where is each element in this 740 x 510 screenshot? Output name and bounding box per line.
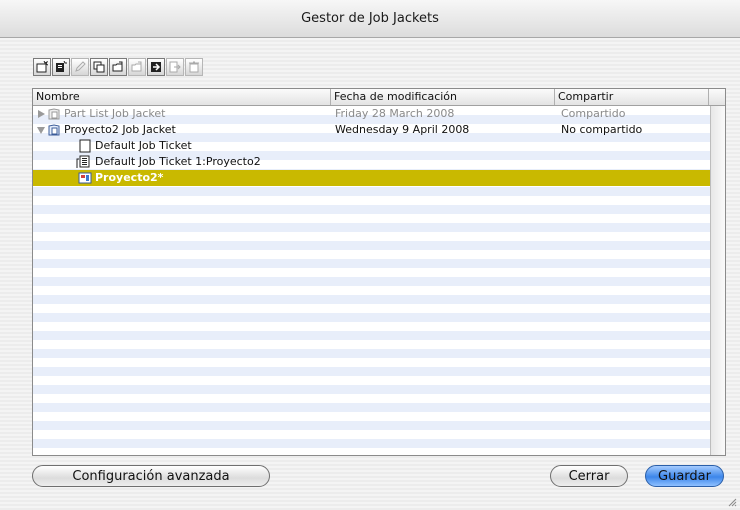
column-header-date[interactable]: Fecha de modificación (331, 89, 555, 105)
jacket-icon (48, 108, 60, 120)
table-row[interactable]: Default Job Ticket (33, 138, 711, 154)
trash-icon (189, 61, 199, 73)
open-button[interactable] (109, 58, 127, 76)
table-row-selected[interactable]: Proyecto2* (33, 170, 711, 186)
open-alt-button[interactable] (128, 58, 146, 76)
jacket-icon (48, 124, 60, 136)
edit-pencil-icon (75, 61, 86, 72)
column-header-name[interactable]: Nombre (33, 89, 331, 105)
delete-button[interactable] (185, 58, 203, 76)
disclosure-triangle-icon[interactable] (37, 127, 45, 134)
new-ticket-icon (56, 61, 67, 72)
resize-grip-icon[interactable] (727, 497, 737, 507)
new-job-jacket-button[interactable] (33, 58, 51, 76)
table-body: Part List Job Jacket Friday 28 March 200… (33, 106, 711, 455)
new-job-jacket-icon (36, 61, 48, 73)
import-button[interactable] (147, 58, 165, 76)
table-row[interactable]: Default Job Ticket 1:Proyecto2 (33, 154, 711, 170)
duplicate-button[interactable] (90, 58, 108, 76)
edit-button[interactable] (71, 58, 89, 76)
vertical-scrollbar[interactable] (710, 106, 725, 455)
table-header: Nombre Fecha de modificación Compartir (33, 89, 725, 106)
toolbar (33, 58, 203, 78)
ticket-icon (79, 139, 91, 153)
close-button[interactable]: Cerrar (550, 465, 628, 487)
advanced-settings-button[interactable]: Configuración avanzada (32, 465, 270, 487)
save-button[interactable]: Guardar (645, 465, 724, 487)
window-title: Gestor de Job Jackets (0, 0, 740, 38)
ticket-linked-icon (76, 155, 90, 168)
export-button[interactable] (166, 58, 184, 76)
new-ticket-button[interactable] (52, 58, 70, 76)
disclosure-triangle-icon[interactable] (38, 110, 45, 118)
layout-icon (78, 172, 92, 184)
table-row[interactable]: Proyecto2 Job Jacket Wednesday 9 April 2… (33, 122, 711, 138)
open-folder-alt-icon (131, 61, 142, 72)
job-jackets-table[interactable]: Nombre Fecha de modificación Compartir P… (32, 88, 726, 456)
import-icon (151, 62, 161, 72)
column-header-share[interactable]: Compartir (555, 89, 709, 105)
open-folder-icon (112, 61, 123, 72)
duplicate-icon (93, 61, 105, 73)
table-row[interactable]: Part List Job Jacket Friday 28 March 200… (33, 106, 711, 122)
export-icon (169, 61, 181, 73)
